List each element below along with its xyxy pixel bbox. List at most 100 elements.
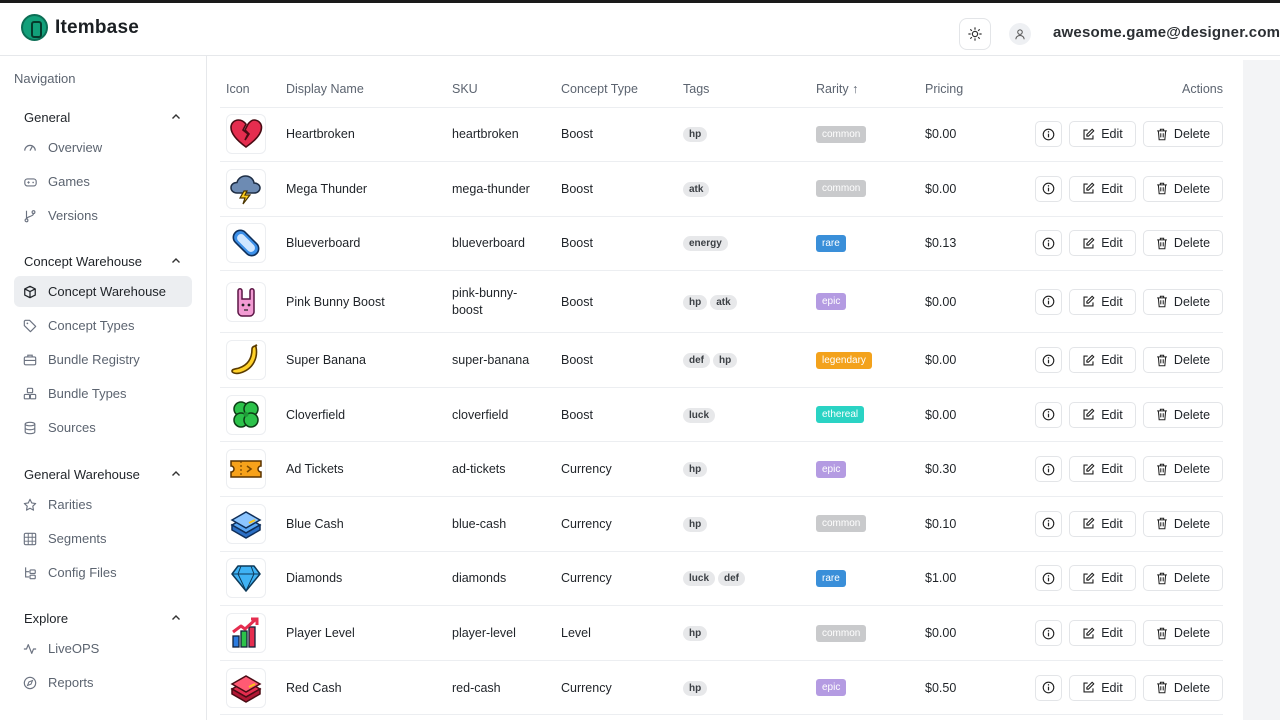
edit-button[interactable]: Edit bbox=[1069, 620, 1136, 647]
user-avatar[interactable] bbox=[1009, 23, 1031, 45]
delete-button[interactable]: Delete bbox=[1143, 121, 1223, 148]
delete-button[interactable]: Delete bbox=[1143, 288, 1223, 315]
delete-button[interactable]: Delete bbox=[1143, 620, 1223, 647]
scrollbar[interactable] bbox=[1243, 60, 1280, 720]
sidebar-item-games[interactable]: Games bbox=[14, 166, 192, 197]
table-row[interactable]: Super Banana super-banana Boost def hp legend… bbox=[220, 332, 1223, 388]
info-icon bbox=[1042, 354, 1055, 367]
chevron-up-icon[interactable] bbox=[170, 111, 182, 123]
edit-button[interactable]: Edit bbox=[1069, 510, 1136, 537]
cell-pricing: $0.10 bbox=[925, 496, 1025, 552]
sidebar-item-bundle-registry[interactable]: Bundle Registry bbox=[14, 344, 192, 375]
table-row[interactable]: Heartbroken heartbroken Boost hp common $0.00… bbox=[220, 107, 1223, 163]
delete-button[interactable]: Delete bbox=[1143, 230, 1223, 257]
edit-button[interactable]: Edit bbox=[1069, 456, 1136, 483]
cell-icon bbox=[220, 161, 286, 217]
sidebar-item-segments[interactable]: Segments bbox=[14, 523, 192, 554]
nav-section-header[interactable]: Concept Warehouse bbox=[14, 249, 192, 273]
table-row[interactable]: Red Cash red-cash Currency hp epic $0.50 Edit D… bbox=[220, 660, 1223, 716]
chevron-up-icon[interactable] bbox=[170, 255, 182, 267]
table-row[interactable]: Diamonds diamonds Currency luck def rare $1.00… bbox=[220, 551, 1223, 607]
info-button[interactable] bbox=[1035, 347, 1062, 374]
tag-badge: atk bbox=[683, 181, 710, 197]
info-button[interactable] bbox=[1035, 230, 1062, 257]
table-row[interactable]: Player Level player-level Level hp common $0.… bbox=[220, 605, 1223, 661]
edit-button[interactable]: Edit bbox=[1069, 401, 1136, 428]
sidebar-item-concept-types[interactable]: Concept Types bbox=[14, 310, 192, 341]
info-button[interactable] bbox=[1035, 121, 1062, 148]
edit-button[interactable]: Edit bbox=[1069, 288, 1136, 315]
info-button[interactable] bbox=[1035, 401, 1062, 428]
edit-button[interactable]: Edit bbox=[1069, 121, 1136, 148]
user-email[interactable]: awesome.game@designer.com bbox=[1053, 24, 1280, 41]
col-sku[interactable]: SKU bbox=[452, 71, 561, 108]
nav-section-header[interactable]: General Warehouse bbox=[14, 462, 192, 486]
chevron-up-icon[interactable] bbox=[170, 468, 182, 480]
chevron-up-icon[interactable] bbox=[170, 612, 182, 624]
cell-pricing: $0.30 bbox=[925, 441, 1025, 498]
info-button[interactable] bbox=[1035, 288, 1062, 315]
delete-button[interactable]: Delete bbox=[1143, 347, 1223, 374]
cell-display-name: Pink Bunny Boost bbox=[286, 270, 452, 334]
sidebar-item-sources[interactable]: Sources bbox=[14, 412, 192, 443]
clover-icon bbox=[226, 394, 266, 435]
sidebar-item-concept-warehouse[interactable]: Concept Warehouse bbox=[14, 276, 192, 307]
cell-display-name: Ad Tickets bbox=[286, 441, 452, 498]
row-actions: Edit Delete bbox=[1025, 510, 1223, 537]
table-row[interactable]: Pink Bunny Boost pink-bunny-boost Boost hp a… bbox=[220, 270, 1223, 334]
info-button[interactable] bbox=[1035, 456, 1062, 483]
brand[interactable]: Itembase bbox=[21, 14, 139, 41]
sidebar-item-bundle-types[interactable]: Bundle Types bbox=[14, 378, 192, 409]
col-rarity[interactable]: Rarity ↑ bbox=[816, 71, 925, 108]
cell-rarity: rare bbox=[816, 551, 925, 607]
table-row[interactable]: Mega Thunder mega-thunder Boost atk common $0… bbox=[220, 161, 1223, 217]
cell-concept-type: Boost bbox=[561, 270, 683, 334]
col-tags[interactable]: Tags bbox=[683, 71, 816, 108]
edit-button[interactable]: Edit bbox=[1069, 347, 1136, 374]
info-button[interactable] bbox=[1035, 674, 1062, 701]
sidebar-item-overview[interactable]: Overview bbox=[14, 132, 192, 163]
sidebar-item-reports[interactable]: Reports bbox=[14, 667, 192, 698]
sidebar-item-label: Overview bbox=[48, 140, 103, 155]
delete-label: Delete bbox=[1173, 516, 1211, 531]
cell-actions: Edit Delete bbox=[1025, 332, 1223, 388]
sidebar-item-config-files[interactable]: Config Files bbox=[14, 557, 192, 588]
nav-section-label: Concept Warehouse bbox=[24, 253, 143, 269]
edit-button[interactable]: Edit bbox=[1069, 565, 1136, 592]
nav-section-header[interactable]: General bbox=[14, 105, 192, 129]
col-concept-type[interactable]: Concept Type bbox=[561, 71, 683, 108]
delete-button[interactable]: Delete bbox=[1143, 456, 1223, 483]
sidebar-item-rarities[interactable]: Rarities bbox=[14, 489, 192, 520]
table-row[interactable]: Cloverfield cloverfield Boost luck ethereal $… bbox=[220, 387, 1223, 443]
sidebar-item-versions[interactable]: Versions bbox=[14, 200, 192, 231]
tag-badge: luck bbox=[683, 571, 716, 587]
edit-button[interactable]: Edit bbox=[1069, 230, 1136, 257]
nav-section: Explore LiveOPS Reports bbox=[14, 606, 192, 698]
delete-button[interactable]: Delete bbox=[1143, 510, 1223, 537]
table-row[interactable]: Ad Tickets ad-tickets Currency hp epic $0.30 E… bbox=[220, 441, 1223, 498]
edit-button[interactable]: Edit bbox=[1069, 175, 1136, 202]
delete-button[interactable]: Delete bbox=[1143, 175, 1223, 202]
table-row[interactable]: Blue Cash blue-cash Currency hp common $0.10 E… bbox=[220, 496, 1223, 552]
nav-section-header[interactable]: Explore bbox=[14, 606, 192, 630]
cell-sku: player-level bbox=[452, 605, 561, 661]
col-display-name[interactable]: Display Name bbox=[286, 71, 452, 108]
col-pricing[interactable]: Pricing bbox=[925, 71, 1025, 108]
table-row[interactable]: Blueverboard blueverboard Boost energy rare $… bbox=[220, 216, 1223, 272]
info-button[interactable] bbox=[1035, 175, 1062, 202]
edit-icon bbox=[1082, 627, 1095, 640]
compass-icon bbox=[22, 675, 38, 691]
cell-concept-type: Boost bbox=[561, 387, 683, 443]
delete-button[interactable]: Delete bbox=[1143, 674, 1223, 701]
edit-button[interactable]: Edit bbox=[1069, 674, 1136, 701]
delete-button[interactable]: Delete bbox=[1143, 565, 1223, 592]
banana-icon bbox=[226, 340, 266, 381]
info-button[interactable] bbox=[1035, 510, 1062, 537]
cell-tags: hp bbox=[683, 605, 816, 661]
delete-button[interactable]: Delete bbox=[1143, 401, 1223, 428]
info-button[interactable] bbox=[1035, 620, 1062, 647]
cell-sku: ad-tickets bbox=[452, 441, 561, 498]
theme-toggle-button[interactable] bbox=[959, 18, 991, 50]
sidebar-item-liveops[interactable]: LiveOPS bbox=[14, 633, 192, 664]
info-button[interactable] bbox=[1035, 565, 1062, 592]
